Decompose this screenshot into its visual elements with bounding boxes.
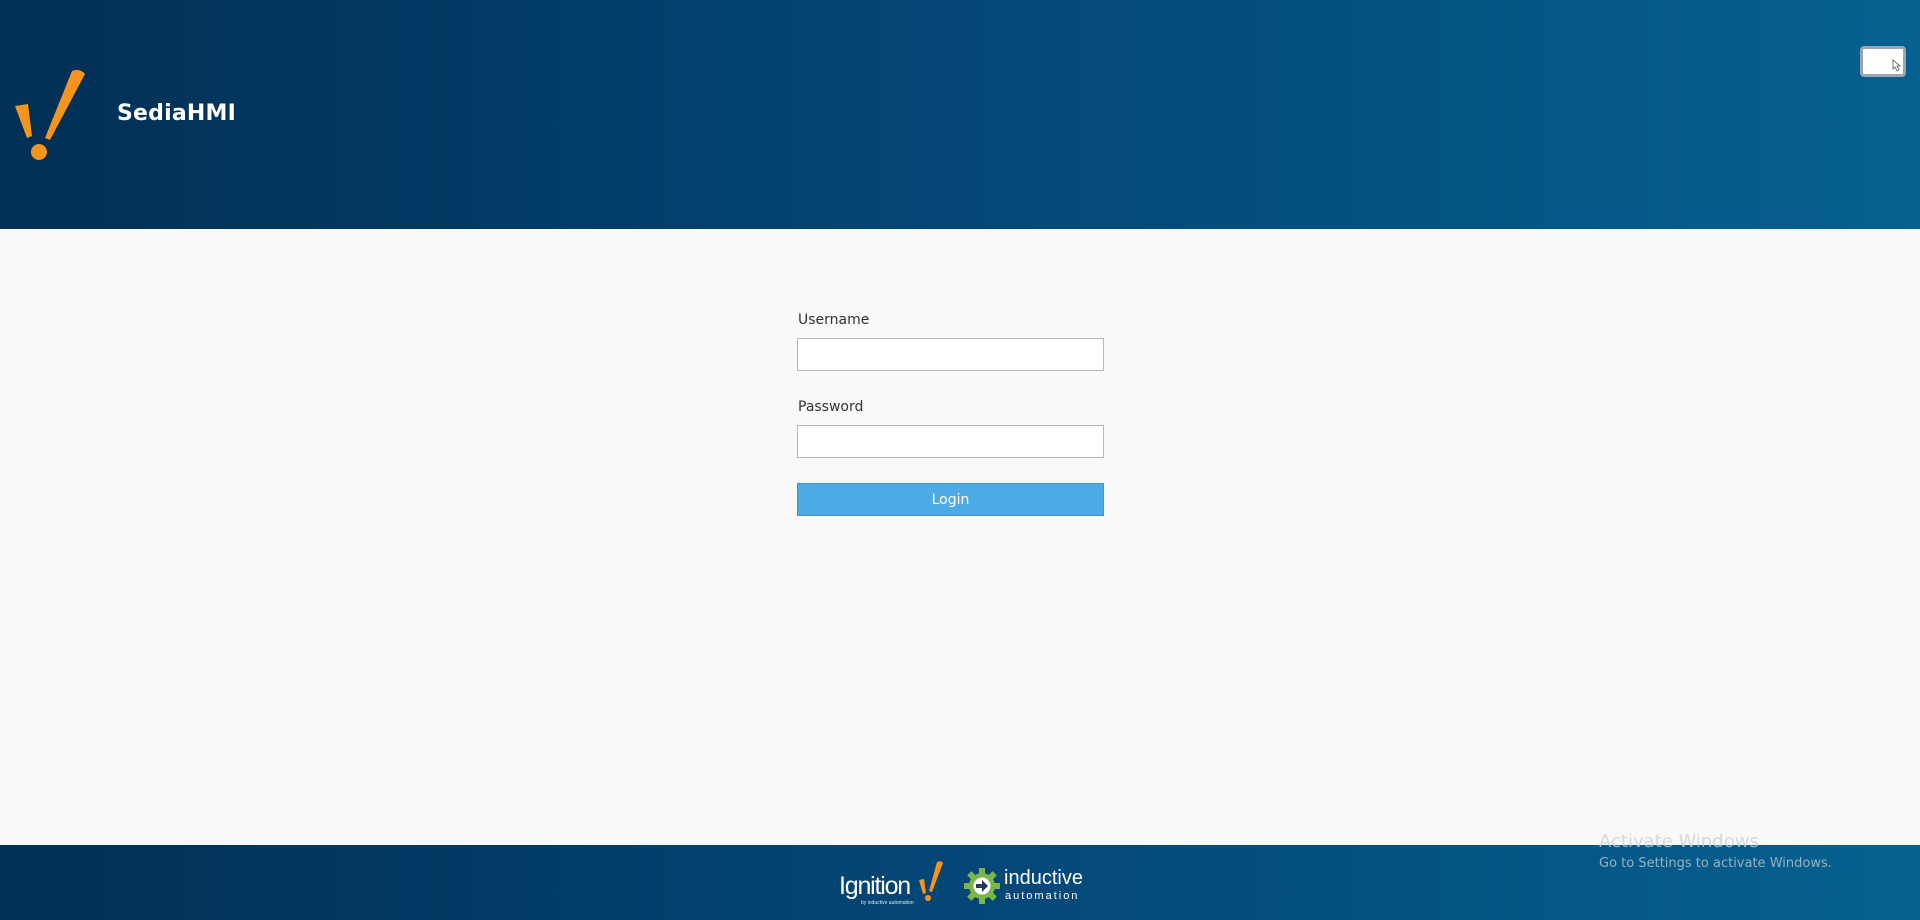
activate-windows-subtitle: Go to Settings to activate Windows.	[1599, 856, 1832, 871]
login-form: Username Password Login	[797, 311, 1104, 516]
password-label: Password	[798, 399, 864, 415]
fullscreen-button[interactable]	[1860, 46, 1906, 77]
app-header: SediaHMI	[0, 0, 1920, 229]
gear-arrow-icon	[964, 868, 1000, 904]
ignition-exclamation-icon	[919, 861, 943, 901]
ia-logo-line1: inductive	[1004, 867, 1083, 889]
password-input[interactable]	[797, 425, 1104, 458]
pointer-cursor-icon	[1892, 59, 1902, 72]
username-label: Username	[798, 312, 870, 328]
app-title: SediaHMI	[117, 101, 236, 126]
activate-windows-title: Activate Windows	[1599, 831, 1759, 852]
activate-windows-watermark: Activate Windows Go to Settings to activ…	[1599, 831, 1832, 871]
ignition-logo: Ignition by inductive automation	[839, 860, 945, 908]
inductive-automation-logo: inductive automation	[964, 867, 1084, 908]
ia-logo-line2: automation	[1005, 890, 1080, 902]
username-input[interactable]	[797, 338, 1104, 371]
login-button[interactable]: Login	[797, 483, 1104, 516]
ignition-exclamation-icon	[15, 70, 85, 160]
ignition-logo-text: Ignition	[839, 872, 911, 900]
ignition-logo-subtext: by inductive automation	[861, 900, 914, 906]
